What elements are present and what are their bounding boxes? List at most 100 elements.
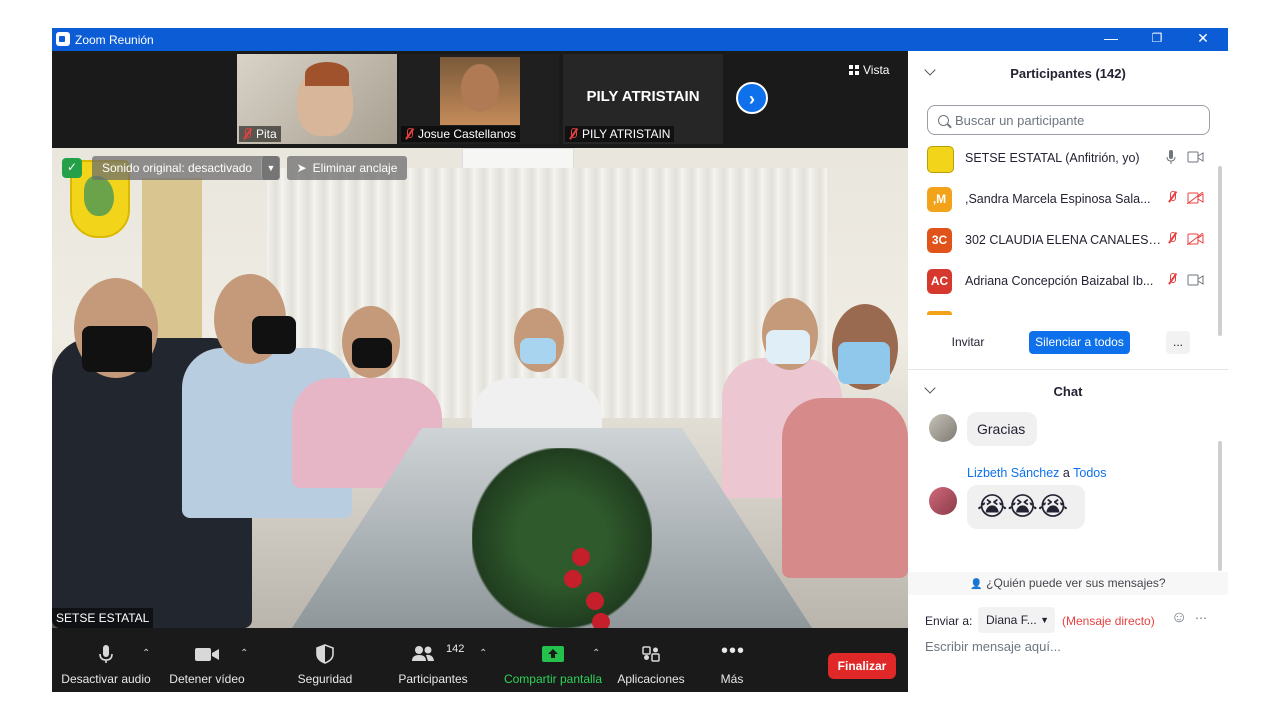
stop-video-button[interactable]: Detener vídeo xyxy=(160,628,254,692)
ellipsis-icon: ••• xyxy=(721,640,746,662)
mute-audio-button[interactable]: Desactivar audio xyxy=(56,628,156,692)
participant-row[interactable]: SETSE ESTATAL (Anfitrión, yo) xyxy=(908,138,1220,179)
share-screen-button[interactable]: Compartir pantalla xyxy=(498,628,608,692)
chat-avatar xyxy=(929,487,957,515)
more-button[interactable]: ••• Más xyxy=(704,628,760,692)
thumbnail-pily[interactable]: PILY ATRISTAIN PILY ATRISTAIN xyxy=(563,54,723,144)
participants-button[interactable]: 142 Participantes xyxy=(390,628,476,692)
avatar: ,M xyxy=(927,187,952,212)
video-camera-icon[interactable] xyxy=(1187,151,1204,163)
video-off-icon[interactable] xyxy=(1187,233,1204,245)
invite-button[interactable]: Invitar xyxy=(945,331,991,354)
avatar xyxy=(927,146,954,173)
chevron-down-icon: ▼ xyxy=(1040,615,1049,625)
thumbnail-name: Pita xyxy=(239,126,281,142)
apps-button[interactable]: Aplicaciones xyxy=(614,628,688,692)
chat-avatar xyxy=(929,414,957,442)
thumbnail-big-label: PILY ATRISTAIN xyxy=(586,88,700,105)
participant-face xyxy=(461,64,499,112)
side-panel: Participantes (142) Buscar un participan… xyxy=(908,51,1228,692)
participant-search-input[interactable]: Buscar un participante xyxy=(927,105,1210,135)
ornament xyxy=(572,548,590,566)
face-mask xyxy=(766,330,810,364)
chevron-down-icon: ▼ xyxy=(266,163,276,173)
chat-scrollbar[interactable] xyxy=(1218,441,1222,571)
face-mask xyxy=(252,316,296,354)
thumbnail-name: PILY ATRISTAIN xyxy=(565,126,675,142)
participant-row[interactable]: 3C 302 CLAUDIA ELENA CANALES ... xyxy=(908,220,1220,261)
thumbnail-pita[interactable]: Pita xyxy=(237,54,397,144)
face-mask xyxy=(352,338,392,368)
pin-icon: ➤ xyxy=(296,161,307,175)
send-to-select[interactable]: Diana F... ▼ xyxy=(978,607,1055,633)
mic-muted-icon xyxy=(403,128,415,140)
apps-icon xyxy=(642,646,660,662)
direct-message-label: (Mensaje directo) xyxy=(1062,614,1155,628)
share-options-caret[interactable]: ⌃ xyxy=(592,648,600,659)
mic-muted-icon[interactable] xyxy=(1166,191,1176,205)
avatar: 3C xyxy=(927,228,952,253)
original-sound-button[interactable]: Sonido original: desactivado xyxy=(92,156,279,180)
participant-row[interactable]: ,M ,Sandra Marcela Espinosa Sala... xyxy=(908,179,1220,220)
participants-more-button[interactable]: ... xyxy=(1166,331,1190,354)
participant-hair xyxy=(305,62,349,86)
person-icon: 👤 xyxy=(970,579,983,590)
main-speaker-video: Sonido original: desactivado ▼ ➤ Elimina… xyxy=(52,148,908,628)
ornament xyxy=(586,592,604,610)
mute-all-button[interactable]: Silenciar a todos xyxy=(1029,331,1130,354)
chat-message-input[interactable]: Escribir mensaje aquí... xyxy=(925,639,1215,661)
avatar: AC xyxy=(927,269,952,294)
microphone-icon[interactable] xyxy=(1166,150,1176,164)
meeting-toolbar: Desactivar audio ⌃ Detener vídeo ⌃ Segur… xyxy=(52,628,908,692)
video-camera-icon[interactable] xyxy=(1187,274,1204,286)
thumbnail-strip: Pita Josue Castellanos PILY ATRISTAIN PI… xyxy=(52,51,908,148)
participants-options-caret[interactable]: ⌃ xyxy=(479,648,487,659)
mic-muted-icon[interactable] xyxy=(1166,273,1176,287)
mic-muted-icon xyxy=(567,128,579,140)
participants-title: Participantes (142) xyxy=(1010,66,1126,81)
share-screen-icon xyxy=(542,646,564,662)
security-shield-icon xyxy=(316,644,334,664)
who-can-see-bar[interactable]: 👤 ¿Quién puede ver sus mensajes? xyxy=(908,572,1228,595)
grid-view-icon xyxy=(849,65,859,75)
participants-count: 142 xyxy=(446,643,465,655)
participants-header: Participantes (142) xyxy=(908,51,1228,96)
zoom-logo-icon xyxy=(56,32,70,46)
restore-button[interactable]: ❐ xyxy=(1134,28,1180,51)
emoji-icon[interactable]: ☺ xyxy=(1171,609,1187,627)
video-stage: Pita Josue Castellanos PILY ATRISTAIN PI… xyxy=(52,51,908,628)
collapse-chevron-icon[interactable] xyxy=(924,64,936,76)
mic-muted-icon[interactable] xyxy=(1166,232,1176,246)
mic-muted-icon xyxy=(241,128,253,140)
participant-row[interactable]: AC Adriana Concepción Baizabal Ib... xyxy=(908,261,1220,302)
face-mask xyxy=(82,326,152,372)
thumbnail-josue[interactable]: Josue Castellanos xyxy=(399,54,559,144)
ornament xyxy=(592,613,610,628)
sound-options-dropdown[interactable]: ▼ xyxy=(261,156,280,180)
collapse-chevron-icon[interactable] xyxy=(924,382,936,394)
chat-sender-line: Lizbeth Sánchez a Todos xyxy=(967,466,1107,480)
view-button[interactable]: Vista xyxy=(849,63,889,77)
title-bar: Zoom Reunión — ❐ ✕ xyxy=(52,28,1228,51)
video-camera-icon xyxy=(195,648,219,661)
audio-options-caret[interactable]: ⌃ xyxy=(142,648,150,659)
video-options-caret[interactable]: ⌃ xyxy=(240,648,248,659)
christmas-wreath xyxy=(472,448,652,628)
minimize-button[interactable]: — xyxy=(1088,28,1134,51)
chat-more-icon[interactable]: ⋯ xyxy=(1195,611,1207,625)
video-off-icon[interactable] xyxy=(1187,192,1204,204)
microphone-icon xyxy=(99,645,113,663)
participants-scrollbar[interactable] xyxy=(1218,166,1222,336)
person-6 xyxy=(782,398,908,578)
window-title: Zoom Reunión xyxy=(75,33,154,47)
next-page-button[interactable]: › xyxy=(736,82,768,114)
unpin-button[interactable]: ➤ Eliminar anclaje xyxy=(287,156,407,180)
close-button[interactable]: ✕ xyxy=(1180,28,1226,51)
send-to-label: Enviar a: xyxy=(925,614,973,628)
security-button[interactable]: Seguridad xyxy=(290,628,360,692)
thumbnail-name: Josue Castellanos xyxy=(401,126,521,142)
avatar-partial xyxy=(927,311,952,315)
speaker-name-label: SETSE ESTATAL xyxy=(52,608,154,628)
end-meeting-button[interactable]: Finalizar xyxy=(828,653,896,679)
encryption-shield-icon[interactable] xyxy=(62,158,82,178)
